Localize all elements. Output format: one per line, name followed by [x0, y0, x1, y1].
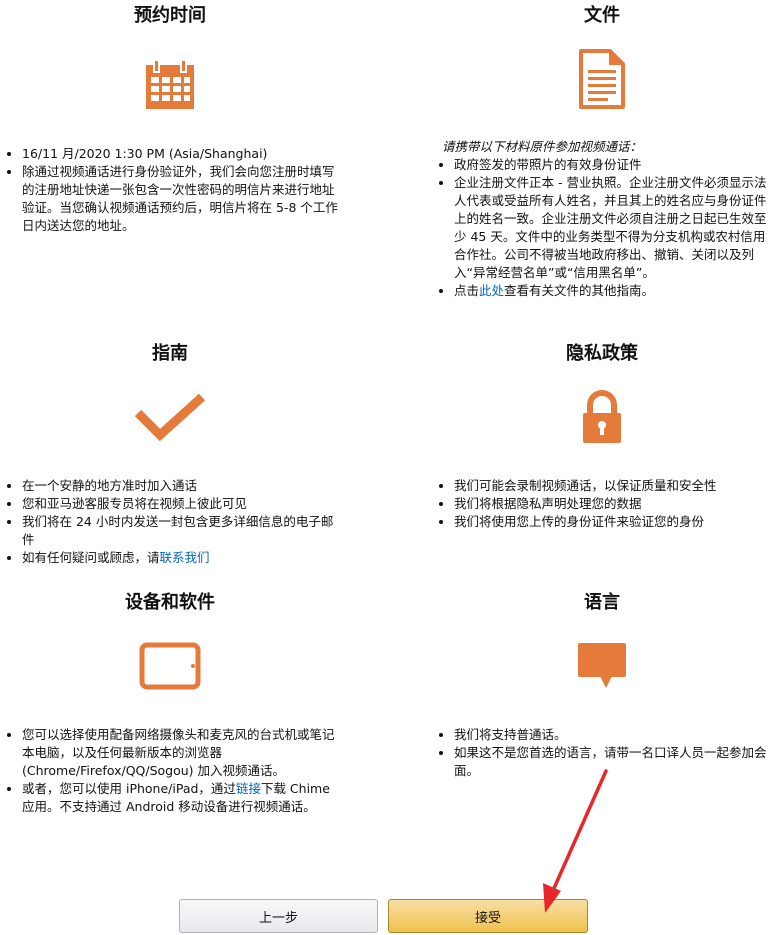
documents-list: 政府签发的带照片的有效身份证件 企业注册文件正本 - 营业执照。企业注册文件必须…	[432, 156, 772, 300]
language-list: 我们将支持普通话。 如果这不是您首选的语言，请带一名口译人员一起参加会面。	[432, 726, 772, 780]
guide-list: 在一个安静的地方准时加入通话 您和亚马逊客服专员将在视频上彼此可见 我们将在 2…	[0, 477, 340, 567]
chime-download-link[interactable]: 链接	[236, 781, 261, 796]
list-item: 点击此处查看有关文件的其他指南。	[454, 282, 772, 300]
calendar-icon	[0, 45, 340, 125]
appointment-list: 16/11 月/2020 1:30 PM (Asia/Shanghai) 除通过…	[0, 145, 340, 235]
documents-section: 文件 请携带以下材料原件参加视频通话： 政府签发的带照片的有效身份证件 企业注册…	[432, 5, 772, 300]
language-title: 语言	[584, 592, 620, 613]
list-item: 如果这不是您首选的语言，请带一名口译人员一起参加会面。	[454, 744, 772, 780]
documents-intro: 请携带以下材料原件参加视频通话：	[442, 139, 643, 154]
guide-link-prefix: 如有任何疑问或顾虑，请	[22, 550, 160, 565]
documents-title: 文件	[584, 5, 620, 26]
guide-title: 指南	[152, 343, 188, 364]
list-item: 您可以选择使用配备网络摄像头和麦克风的台式机或笔记本电脑，以及任何最新版本的浏览…	[22, 726, 340, 780]
prev-button[interactable]: 上一步	[179, 899, 378, 933]
list-item: 如有任何疑问或顾虑，请联系我们	[22, 549, 340, 567]
appointment-section: 预约时间 16/11 月/2020 1:30 PM (Asia/Shanghai…	[0, 5, 340, 235]
speech-bubble-icon	[432, 626, 772, 706]
documents-guide-link[interactable]: 此处	[479, 283, 504, 298]
documents-link-prefix: 点击	[454, 283, 480, 298]
list-item: 我们将根据隐私声明处理您的数据	[454, 495, 772, 513]
equipment-list: 您可以选择使用配备网络摄像头和麦克风的台式机或笔记本电脑，以及任何最新版本的浏览…	[0, 726, 340, 816]
list-item: 或者，您可以使用 iPhone/iPad，通过链接下载 Chime 应用。不支持…	[22, 780, 340, 816]
appointment-title: 预约时间	[134, 5, 206, 26]
tablet-icon	[0, 626, 340, 706]
document-icon	[432, 39, 772, 119]
equipment-title: 设备和软件	[125, 592, 215, 613]
checkmark-icon	[0, 377, 340, 457]
list-item: 您和亚马逊客服专员将在视频上彼此可见	[22, 495, 340, 513]
list-item: 16/11 月/2020 1:30 PM (Asia/Shanghai)	[22, 145, 340, 163]
documents-link-suffix: 查看有关文件的其他指南。	[504, 283, 655, 298]
equipment-link-prefix: 或者，您可以使用 iPhone/iPad，通过	[22, 781, 236, 796]
list-item: 企业注册文件正本 - 营业执照。企业注册文件必须显示法人代表或受益所有人姓名，并…	[454, 174, 772, 282]
list-item: 我们可能会录制视频通话，以保证质量和安全性	[454, 477, 772, 495]
contact-us-link[interactable]: 联系我们	[160, 550, 210, 565]
privacy-title: 隐私政策	[566, 343, 638, 364]
list-item: 在一个安静的地方准时加入通话	[22, 477, 340, 495]
list-item: 我们将使用您上传的身份证件来验证您的身份	[454, 513, 772, 531]
privacy-section: 隐私政策 我们可能会录制视频通话，以保证质量和安全性 我们将根据隐私声明处理您的…	[432, 343, 772, 531]
guide-section: 指南 在一个安静的地方准时加入通话 您和亚马逊客服专员将在视频上彼此可见 我们将…	[0, 343, 340, 567]
accept-button[interactable]: 接受	[388, 899, 588, 933]
equipment-section: 设备和软件 您可以选择使用配备网络摄像头和麦克风的台式机或笔记本电脑，以及任何最…	[0, 592, 340, 816]
language-section: 语言 我们将支持普通话。 如果这不是您首选的语言，请带一名口译人员一起参加会面。	[432, 592, 772, 780]
list-item: 除通过视频通话进行身份验证外，我们会向您注册时填写的注册地址快递一张包含一次性密…	[22, 163, 340, 235]
privacy-list: 我们可能会录制视频通话，以保证质量和安全性 我们将根据隐私声明处理您的数据 我们…	[432, 477, 772, 531]
lock-icon	[432, 377, 772, 457]
list-item: 我们将在 24 小时内发送一封包含更多详细信息的电子邮件	[22, 513, 340, 549]
list-item: 我们将支持普通话。	[454, 726, 772, 744]
list-item: 政府签发的带照片的有效身份证件	[454, 156, 772, 174]
